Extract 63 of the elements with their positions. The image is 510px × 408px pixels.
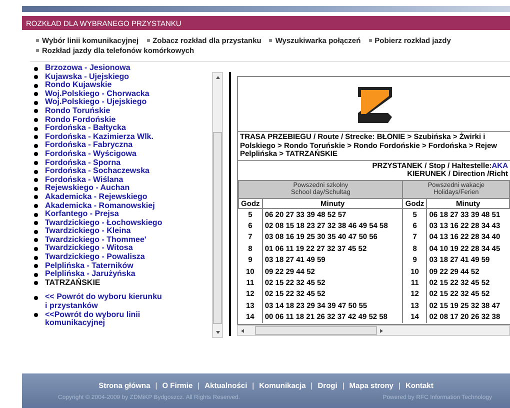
stop-link[interactable]: Rondo Toruńskie — [45, 106, 110, 116]
bullet-icon — [34, 152, 38, 156]
stop-link[interactable]: Woj.Polskiego - Chorwacka — [45, 90, 150, 98]
bullet-icon — [36, 49, 39, 52]
bullet-icon — [34, 144, 38, 148]
bullet-icon — [34, 118, 38, 122]
back-link[interactable]: <<Powrót do wyboru linii komunikacyjnej — [45, 310, 165, 328]
bullet-icon — [34, 230, 38, 234]
stop-link[interactable]: Fordońska - Wiślana — [45, 176, 124, 184]
bullet-icon — [34, 313, 38, 318]
bullet-icon — [146, 39, 150, 42]
stop-link[interactable]: Fordońska - Wyścigowa — [45, 150, 136, 159]
bullet-icon — [34, 246, 38, 251]
back-link[interactable]: << Powrót do wyboru kierunku i przystanków — [45, 293, 165, 311]
stop-link[interactable]: Akademicka - Rejewskiego — [45, 192, 148, 202]
current-stop: TATRZAŃSKIE — [45, 278, 100, 288]
bullet-icon — [34, 178, 38, 182]
bullet-icon — [34, 272, 38, 277]
stop-link[interactable]: Woj.Polskiego - Ujejskiego — [45, 98, 147, 107]
stop-link[interactable]: Fordońska - Sochaczewska — [45, 167, 150, 176]
stop-link[interactable]: Fordońska - Sporna — [45, 158, 121, 168]
bullet-icon — [34, 256, 38, 260]
stop-link[interactable]: Twardzickiego - Thommee' — [45, 236, 146, 244]
bullet-icon — [34, 264, 38, 268]
stop-link[interactable]: Pelplińska - Taterników — [45, 262, 134, 270]
stop-link[interactable]: Kujawska - Ujejskiego — [45, 72, 130, 82]
stop-link[interactable]: Twardzickiego - Witosa — [45, 244, 133, 254]
stop-link[interactable]: Fordońska - Bałtycka — [45, 124, 126, 133]
stop-link[interactable]: Fordońska - Kazimierza Wlk. — [45, 132, 154, 142]
stop-link[interactable]: Pelplińska - Jarużyńska — [45, 270, 136, 279]
bullet-icon — [34, 84, 38, 88]
stop-link[interactable]: Brzozowa - Jesionowa — [45, 64, 130, 73]
bullet-icon — [368, 39, 372, 42]
bullet-icon — [34, 296, 38, 300]
bullet-icon — [34, 212, 38, 217]
stop-link[interactable]: Korfantego - Prejsa — [45, 210, 119, 219]
stop-link[interactable]: Rondo Fordońskie — [45, 116, 116, 124]
bullet-icon — [34, 92, 38, 96]
stop-link[interactable]: Rondo Kujawskie — [45, 81, 112, 90]
stop-link[interactable]: Rejewskiego - Auchan — [45, 184, 130, 193]
horizontal-scrollbar[interactable] — [237, 325, 510, 336]
vertical-scrollbar[interactable] — [212, 72, 223, 338]
stop-link[interactable]: Twardzickiego - Kleina — [45, 227, 131, 236]
bullet-icon — [34, 135, 38, 140]
bullet-icon — [34, 75, 38, 80]
bullet-icon — [34, 186, 38, 191]
bullet-icon — [34, 109, 38, 114]
bullet-icon — [34, 161, 38, 166]
bullet-icon — [34, 66, 38, 70]
bullet-icon — [34, 238, 38, 242]
bullet-icon — [34, 170, 38, 174]
bullet-icon — [34, 281, 38, 286]
stop-link[interactable]: Twardzickiego - Powalisza — [45, 253, 145, 262]
bullet-icon — [34, 221, 38, 226]
stop-link[interactable]: Twardzickiego - Łochowskiego — [45, 218, 162, 228]
bullet-icon — [34, 195, 38, 200]
bullet-icon — [34, 204, 38, 208]
stop-link[interactable]: Fordońska - Fabryczna — [45, 141, 133, 150]
bullet-icon — [34, 100, 38, 105]
bullet-icon — [34, 126, 38, 131]
bullet-icon — [269, 39, 272, 42]
stop-link[interactable]: Akademicka - Romanowskiej — [45, 202, 155, 210]
bullet-icon — [36, 39, 39, 42]
